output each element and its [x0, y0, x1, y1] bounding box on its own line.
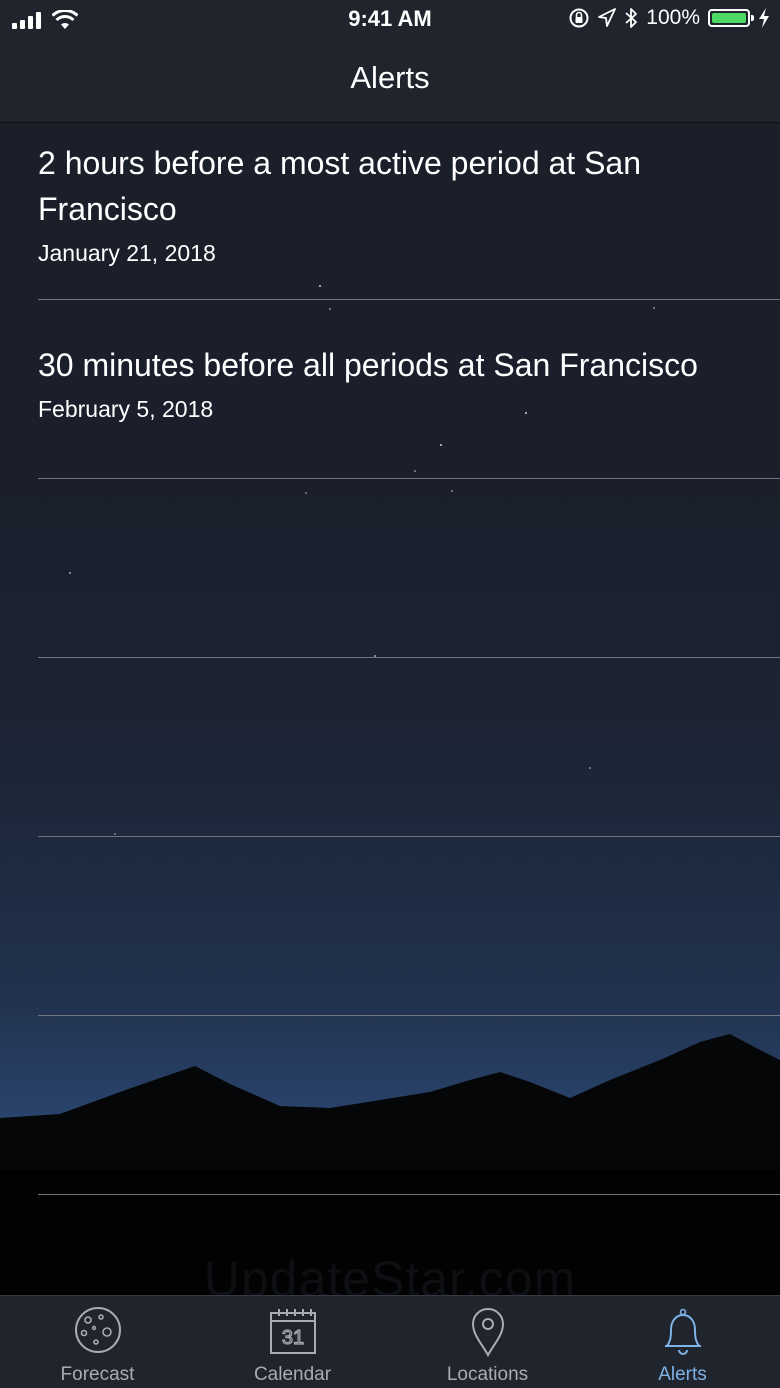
map-pin-icon [471, 1308, 504, 1358]
charging-icon [759, 8, 769, 28]
page-title: Alerts [350, 60, 430, 95]
tab-label: Calendar [253, 1364, 332, 1385]
bell-icon [664, 1308, 701, 1355]
tab-forecast[interactable]: Forecast [0, 1296, 195, 1388]
battery-percent: 100% [646, 6, 700, 29]
tab-label: Alerts [658, 1364, 707, 1385]
tab-alerts[interactable]: Alerts [585, 1296, 780, 1388]
status-bar: 9:41 AM 100% [0, 0, 780, 40]
alert-date: February 5, 2018 [38, 396, 214, 422]
alert-row[interactable]: 2 hours before a most active period at S… [38, 122, 780, 300]
empty-row [38, 479, 780, 658]
moon-icon [74, 1307, 121, 1353]
status-right: 100% [568, 6, 770, 30]
bluetooth-icon [625, 8, 638, 28]
empty-row [38, 837, 780, 1016]
svg-text:31: 31 [281, 1327, 303, 1349]
battery-icon [708, 9, 754, 27]
empty-row [38, 1016, 780, 1195]
alert-title: 30 minutes before all periods at San Fra… [38, 347, 698, 383]
empty-row [38, 658, 780, 837]
tab-label: Forecast [60, 1364, 135, 1385]
alert-date: January 21, 2018 [38, 240, 216, 266]
tab-label: Locations [446, 1364, 529, 1385]
alert-row[interactable]: 30 minutes before all periods at San Fra… [38, 300, 780, 479]
location-arrow-icon [598, 8, 617, 27]
calendar-icon: 31 [269, 1309, 316, 1354]
alert-content: 30 minutes before all periods at San Fra… [38, 300, 780, 423]
alert-content: 2 hours before a most active period at S… [38, 122, 780, 267]
tab-calendar[interactable]: 31 Calendar [195, 1296, 390, 1388]
nav-bar: Alerts [0, 40, 780, 123]
orientation-lock-icon [569, 8, 589, 28]
alert-title: 2 hours before a most active period at S… [38, 145, 642, 227]
tab-bar: Forecast 31 Calendar Locations Alerts [0, 1295, 780, 1388]
tab-locations[interactable]: Locations [390, 1296, 585, 1388]
battery-level [712, 13, 746, 23]
